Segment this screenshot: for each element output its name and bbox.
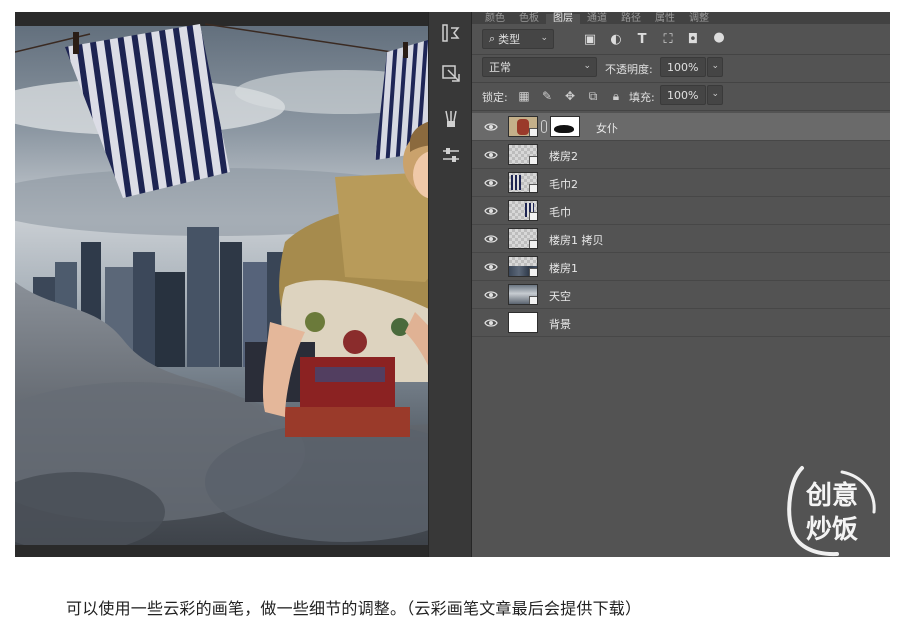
layer-name: 天空	[549, 290, 571, 303]
tab-color[interactable]: 颜色	[478, 14, 512, 24]
visibility-eye-icon[interactable]	[484, 234, 498, 244]
divider	[472, 110, 890, 111]
layer-thumbnail	[508, 172, 538, 193]
layer-name: 毛巾2	[549, 178, 578, 191]
layer-thumbnail	[508, 284, 538, 305]
smart-object-badge-icon	[529, 184, 537, 192]
layer-row-building1-copy[interactable]: 楼房1 拷贝	[472, 225, 890, 253]
tab-channels[interactable]: 通道	[580, 14, 614, 24]
layer-name: 楼房2	[549, 150, 578, 163]
type-filter-icon[interactable]: T	[633, 30, 651, 48]
visibility-eye-icon[interactable]	[484, 206, 498, 216]
shape-panel-button[interactable]	[436, 58, 466, 88]
opacity-dropdown-button[interactable]: ⌄	[707, 57, 723, 77]
adjustment-filter-icon[interactable]: ◐	[607, 30, 625, 48]
tab-layers[interactable]: 图层	[546, 14, 580, 24]
panel-tabs: 颜色 色板 图层 通道 路径 属性 调整	[472, 12, 890, 24]
lock-position-icon[interactable]: ✥	[563, 89, 577, 103]
lock-transparent-pixels-icon[interactable]: ▦	[517, 89, 531, 103]
visibility-eye-icon[interactable]	[484, 318, 498, 328]
opacity-field[interactable]: 100%	[660, 57, 706, 77]
brush-panel-button[interactable]	[436, 104, 466, 134]
layer-row-towel2[interactable]: 毛巾2	[472, 169, 890, 197]
chevron-down-icon: ⌄	[540, 33, 548, 43]
layer-name: 楼房1	[549, 262, 578, 275]
layer-row-building1[interactable]: 楼房1	[472, 253, 890, 281]
divider	[472, 82, 890, 83]
lock-artboard-icon[interactable]: ⧉	[586, 89, 600, 103]
layer-name: 背景	[549, 318, 571, 331]
filter-toggle-icon[interactable]: ●	[710, 28, 728, 46]
panel-dock-strip	[428, 12, 472, 557]
smart-object-badge-icon	[529, 240, 537, 248]
tab-properties[interactable]: 属性	[648, 14, 682, 24]
smartobject-filter-icon[interactable]: ◘	[684, 30, 702, 48]
shape-icon	[442, 65, 460, 82]
layer-filter-dropdown[interactable]: ⌕ 类型 ⌄	[482, 29, 554, 49]
tab-adjustments[interactable]: 调整	[682, 14, 716, 24]
document-canvas[interactable]	[15, 12, 470, 557]
lock-image-pixels-icon[interactable]: ✎	[540, 89, 554, 103]
layer-name: 毛巾	[549, 206, 571, 219]
layer-thumbnail	[508, 256, 538, 277]
layer-thumbnail	[508, 144, 538, 165]
chevron-down-icon: ⌄	[711, 61, 719, 71]
brush-settings-icon	[445, 110, 457, 127]
visibility-eye-icon[interactable]	[484, 262, 498, 272]
chevron-down-icon: ⌄	[583, 61, 591, 71]
layer-thumbnail	[508, 116, 538, 137]
smart-object-badge-icon	[529, 268, 537, 276]
lock-all-icon[interactable]: 🔒︎	[609, 89, 623, 103]
article-caption: 可以使用一些云彩的画笔，做一些细节的调整。（云彩画笔文章最后会提供下载）	[66, 599, 642, 618]
layer-row-towel[interactable]: 毛巾	[472, 197, 890, 225]
smart-object-badge-icon	[529, 212, 537, 220]
watermark-logo: 创意 炒饭	[787, 466, 876, 557]
layer-row-sky[interactable]: 天空	[472, 281, 890, 309]
link-icon[interactable]	[541, 120, 547, 133]
image-filter-icon[interactable]: ▣	[581, 30, 599, 48]
opacity-label: 不透明度:	[605, 63, 653, 76]
layers-list: 女仆 楼房2 毛巾2 毛巾 楼房1 拷贝 楼房1 天空 背景	[472, 113, 890, 337]
watermark-line1: 创意	[805, 480, 858, 511]
lock-label: 锁定:	[482, 91, 508, 104]
fill-dropdown-button[interactable]: ⌄	[707, 85, 723, 105]
divider	[472, 54, 890, 55]
tab-paths[interactable]: 路径	[614, 14, 648, 24]
sliders-icon	[443, 148, 459, 162]
fill-value: 100%	[667, 88, 699, 102]
layer-row-background[interactable]: 背景	[472, 309, 890, 337]
search-icon: ⌕	[489, 32, 496, 45]
layer-name: 楼房1 拷贝	[549, 234, 604, 247]
visibility-eye-icon[interactable]	[484, 150, 498, 160]
layer-filter-label: 类型	[498, 33, 521, 46]
fill-field[interactable]: 100%	[660, 85, 706, 105]
opacity-value: 100%	[667, 60, 699, 74]
layer-row-maid[interactable]: 女仆	[472, 113, 890, 141]
fill-label: 填充:	[629, 91, 655, 104]
smart-object-badge-icon	[529, 296, 537, 304]
layer-mask-thumbnail[interactable]	[550, 116, 580, 137]
canvas-bottom-bar	[15, 545, 470, 557]
layer-name: 女仆	[596, 122, 618, 135]
history-icon	[442, 24, 460, 42]
chevron-down-icon: ⌄	[711, 89, 719, 99]
blend-mode-value: 正常	[489, 61, 511, 74]
watermark-line2: 炒饭	[806, 515, 858, 545]
smart-object-badge-icon	[529, 156, 537, 164]
visibility-eye-icon[interactable]	[484, 122, 498, 132]
visibility-eye-icon[interactable]	[484, 178, 498, 188]
tab-swatches[interactable]: 色板	[512, 14, 546, 24]
adjustments-panel-button[interactable]	[436, 140, 466, 170]
visibility-eye-icon[interactable]	[484, 290, 498, 300]
shape-filter-icon[interactable]: ⛶	[659, 30, 677, 48]
layer-row-building2[interactable]: 楼房2	[472, 141, 890, 169]
layer-thumbnail	[508, 228, 538, 249]
photoshop-screenshot: 颜色 色板 图层 通道 路径 属性 调整 ⌕ 类型 ⌄ ▣ ◐ T ⛶ ◘ ● …	[15, 12, 890, 557]
history-panel-button[interactable]	[436, 18, 466, 48]
layer-thumbnail	[508, 200, 538, 221]
composite-image	[15, 23, 470, 557]
blend-mode-dropdown[interactable]: 正常 ⌄	[482, 57, 597, 77]
smart-object-badge-icon	[529, 128, 537, 136]
layer-thumbnail	[508, 312, 538, 333]
